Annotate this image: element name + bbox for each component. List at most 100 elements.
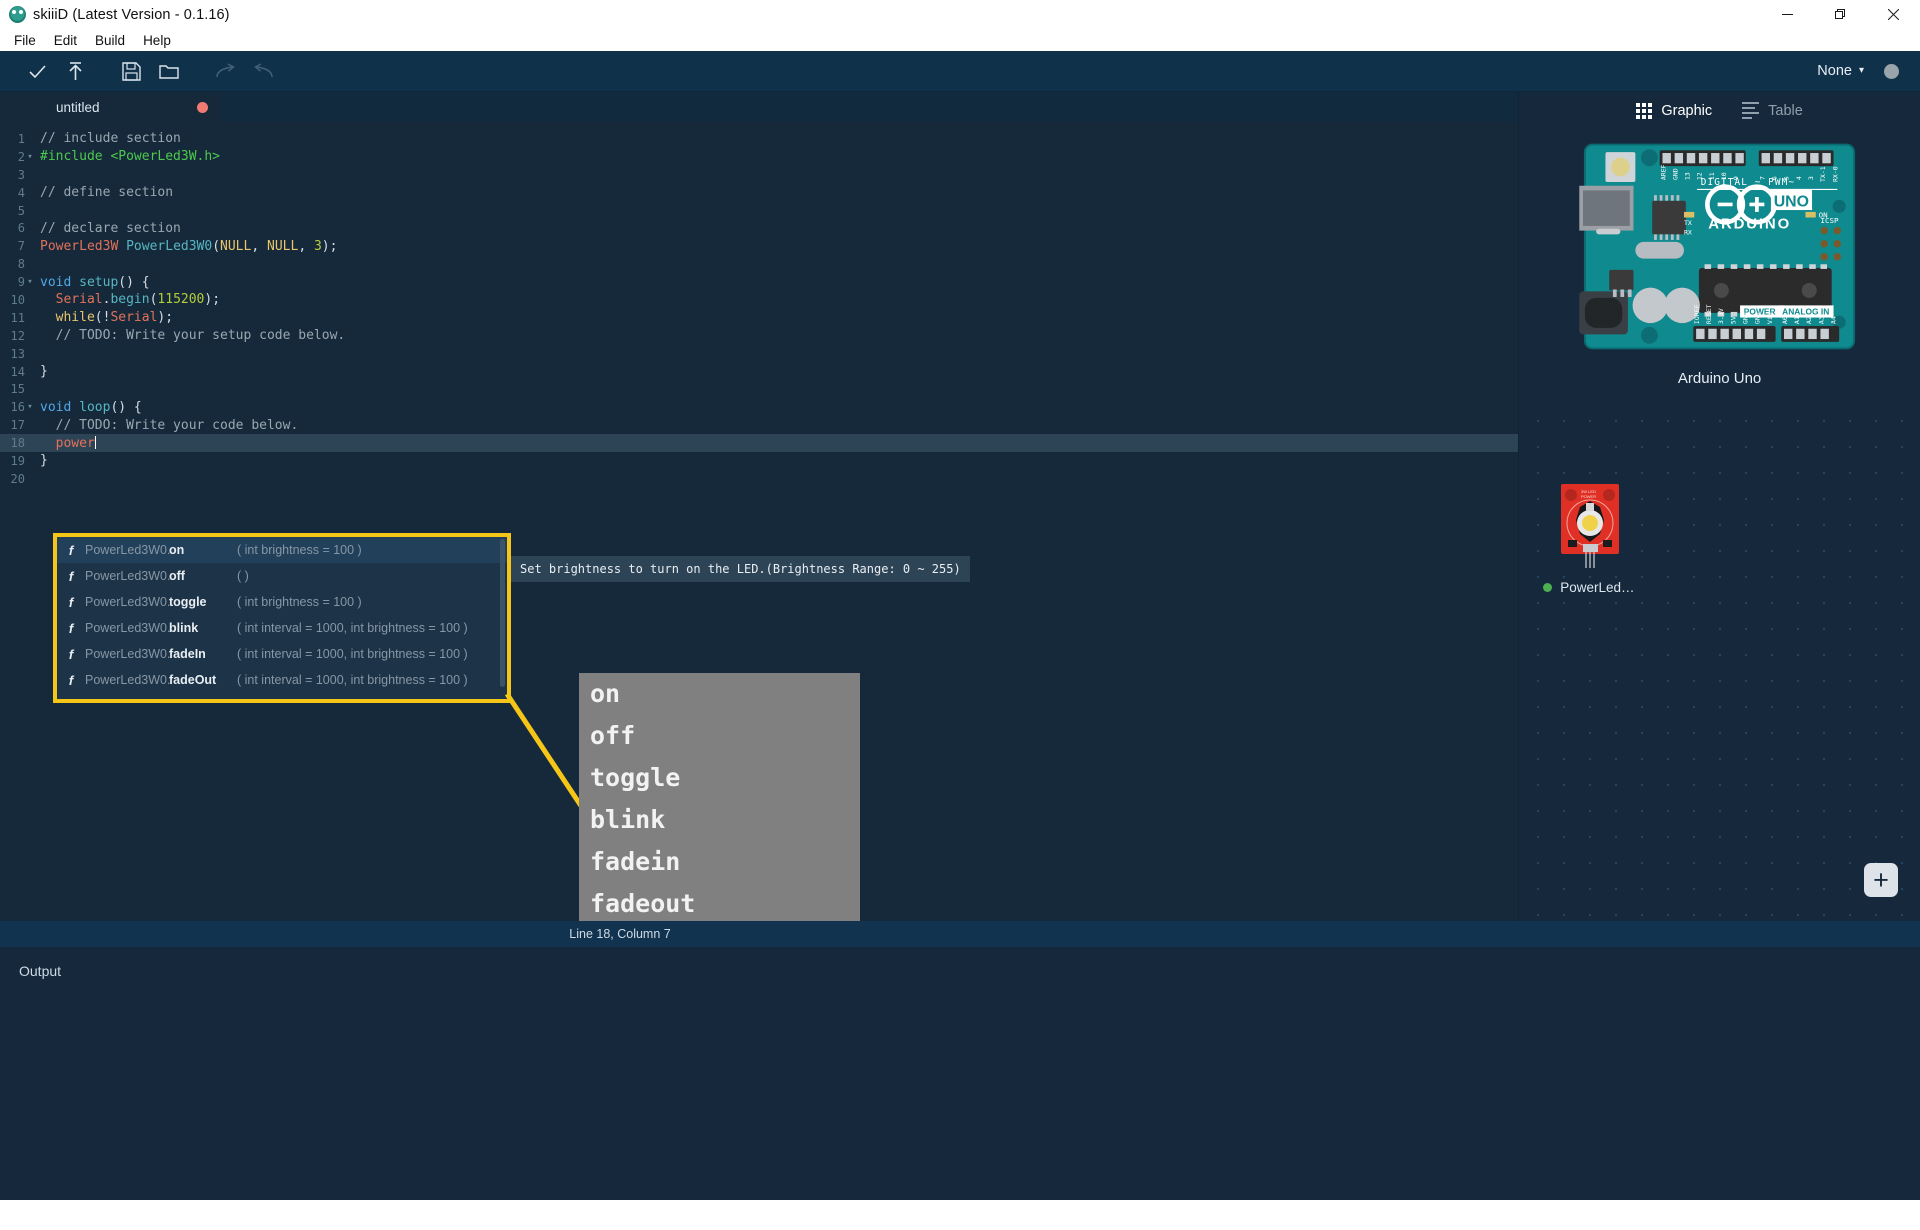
code-line: 20	[0, 470, 1518, 488]
folder-icon[interactable]	[150, 52, 188, 90]
title-bar: skiiiD (Latest Version - 0.1.16)	[0, 0, 1920, 29]
callout-item: blink	[590, 805, 666, 834]
autocomplete-name: on	[169, 543, 185, 557]
callout-item: on	[590, 679, 621, 708]
autocomplete-item[interactable]: f PowerLed3W0. on ( int brightness = 100 )	[57, 537, 507, 563]
arduino-uno-image: DIGITAL ~ PWM~ ARDUINO UNO ICSP ON TX RX…	[1579, 143, 1856, 350]
autocomplete-item[interactable]: f PowerLed3W0. fadeOut ( int interval = 100…	[57, 667, 507, 693]
app-window: skiiiD (Latest Version - 0.1.16) File Ed…	[0, 0, 1920, 1230]
line-number: 15	[10, 382, 25, 397]
code-line: 11 while(!Serial);	[0, 309, 1518, 327]
code-line: 14}	[0, 363, 1518, 381]
code-line: 10 Serial.begin(115200);	[0, 291, 1518, 309]
code-line-text: #include <PowerLed3W.h>	[40, 149, 221, 165]
undo-icon[interactable]	[244, 52, 282, 90]
component-canvas[interactable]: 3W LED POWER PowerLed… +	[1519, 402, 1920, 921]
code-line-text: Serial.begin(115200);	[55, 292, 221, 308]
autocomplete-item[interactable]: f PowerLed3W0. blink ( int interval = 1000,…	[57, 615, 507, 641]
line-number: 17	[10, 418, 25, 433]
code-line: 18 power	[0, 434, 1519, 453]
menu-file[interactable]: File	[5, 30, 45, 51]
floppy-disk-icon[interactable]	[112, 52, 150, 90]
svg-text:UNO: UNO	[1774, 193, 1809, 210]
minimize-icon[interactable]	[1761, 0, 1814, 29]
code-line: 1 // include section	[0, 130, 1518, 148]
autocomplete-object: PowerLed3W0.	[85, 569, 171, 583]
svg-text:A2: A2	[1805, 316, 1813, 324]
component-label: PowerLed…	[1543, 580, 1635, 595]
svg-text:GND: GND	[1672, 168, 1680, 180]
svg-text:GND: GND	[1754, 312, 1762, 324]
unsaved-indicator-icon[interactable]	[197, 101, 208, 113]
right-panel-tabs: Graphic Table	[1519, 92, 1920, 129]
svg-text:AREF: AREF	[1659, 164, 1667, 180]
autocomplete-object: PowerLed3W0.	[85, 647, 171, 661]
callout-panel: on off toggle blink fadein fadeout	[579, 673, 860, 921]
menu-help[interactable]: Help	[134, 30, 180, 51]
code-line-text: while(!Serial);	[55, 310, 174, 326]
autocomplete-item[interactable]: f PowerLed3W0. fadeIn ( int interval = 1000…	[57, 641, 507, 667]
board-name-label: Arduino Uno	[1677, 370, 1762, 387]
code-line: 5	[0, 202, 1518, 220]
grid-icon	[1636, 102, 1653, 119]
code-line-text: void loop() {	[40, 399, 142, 415]
autocomplete-name: fadeIn	[169, 647, 206, 661]
fold-toggle-icon[interactable]: ▾	[25, 402, 35, 412]
code-line: 13	[0, 345, 1518, 363]
svg-text:5V: 5V	[1729, 316, 1737, 324]
autocomplete-item[interactable]: f PowerLed3W0. toggle ( int brightness = 10…	[57, 589, 507, 615]
menu-edit[interactable]: Edit	[45, 30, 86, 51]
autocomplete-signature: ( int brightness = 100 )	[237, 595, 362, 609]
fold-toggle-icon[interactable]: ▾	[25, 152, 35, 162]
line-number: 3	[17, 167, 25, 182]
autocomplete-scrollbar[interactable]	[500, 539, 505, 687]
line-number: 6	[17, 221, 25, 236]
tab-table[interactable]: Table	[1742, 102, 1803, 119]
autocomplete-popup[interactable]: f PowerLed3W0. on( int brightness = 100 ) f…	[57, 537, 507, 699]
autocomplete-item[interactable]: f PowerLed3W0. off ( )	[57, 563, 507, 589]
right-panel: Graphic Table DIGITAL ~ PWM~ ARDUINO UNO…	[1518, 92, 1920, 921]
code-line: 19}	[0, 452, 1518, 470]
line-number: 10	[10, 292, 25, 307]
autocomplete-name: toggle	[169, 595, 207, 609]
code-line-text: // declare section	[40, 220, 181, 236]
tab-graphic[interactable]: Graphic	[1636, 102, 1712, 119]
tab-table-label: Table	[1768, 102, 1803, 119]
connection-status-indicator	[1884, 64, 1899, 79]
tab-label: untitled	[56, 99, 100, 115]
upload-arrow-icon[interactable]	[56, 52, 94, 90]
redo-icon[interactable]	[206, 52, 244, 90]
add-component-button[interactable]: +	[1864, 863, 1898, 897]
check-icon[interactable]	[18, 52, 56, 90]
menu-build[interactable]: Build	[86, 30, 134, 51]
code-line: 6 // declare section	[0, 219, 1518, 237]
svg-text:ARDUINO: ARDUINO	[1708, 216, 1791, 233]
code-line: 15	[0, 380, 1518, 398]
fold-toggle-icon[interactable]: ▾	[25, 277, 35, 287]
code-editor[interactable]: 1// include section 2 ▾ #include <PowerLed3…	[0, 122, 1519, 921]
code-line-text: }	[40, 453, 48, 469]
svg-text:RX-0: RX-0	[1831, 166, 1839, 182]
callout-item: toggle	[590, 763, 681, 792]
svg-text:5: 5	[1783, 176, 1791, 180]
tab-strip-gutter	[0, 92, 39, 122]
line-number: 5	[17, 203, 25, 218]
autocomplete-signature: ( int interval = 1000, int brightness = …	[237, 673, 468, 687]
board-select[interactable]: None ▾	[1817, 51, 1864, 91]
svg-text:12: 12	[1696, 172, 1704, 180]
code-line-text: power	[55, 435, 96, 451]
board-card: DIGITAL ~ PWM~ ARDUINO UNO ICSP ON TX RX…	[1577, 139, 1862, 387]
svg-text:3.3V: 3.3V	[1717, 308, 1725, 324]
editor-tab-untitled[interactable]: untitled	[39, 92, 221, 122]
editor-pane: untitled 1// include section 2 ▾ #include <…	[0, 92, 1519, 921]
component-powerled[interactable]: 3W LED POWER PowerLed…	[1543, 482, 1635, 595]
restore-icon[interactable]	[1814, 0, 1867, 29]
svg-text:TX: TX	[1684, 219, 1692, 227]
code-line-text: PowerLed3W PowerLed3W0(NULL, NULL, 3);	[40, 238, 338, 254]
close-icon[interactable]	[1867, 0, 1920, 29]
svg-text:Vin: Vin	[1766, 312, 1774, 324]
svg-text:9: 9	[1732, 176, 1740, 180]
function-kind-icon: f	[68, 594, 74, 610]
main-area: untitled 1// include section 2 ▾ #include <…	[0, 92, 1920, 921]
status-bar: Line 18, Column 7	[0, 921, 1920, 947]
